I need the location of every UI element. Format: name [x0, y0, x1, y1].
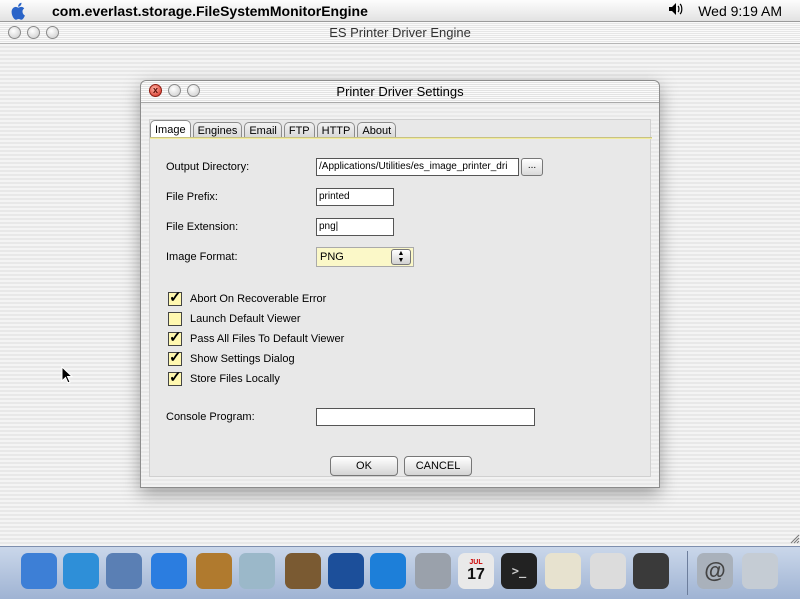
checkbox-label: Abort On Recoverable Error: [190, 293, 327, 305]
store-files-locally-checkbox[interactable]: ✓: [168, 369, 182, 386]
file-extension-field[interactable]: png|: [316, 218, 394, 236]
close-window-button[interactable]: [8, 26, 21, 39]
file-prefix-field[interactable]: printed: [316, 188, 394, 206]
system-preferences-icon[interactable]: [415, 553, 451, 589]
terminal-icon[interactable]: >_: [501, 553, 537, 589]
output-directory-row: Output Directory: /Applications/Utilitie…: [166, 158, 543, 176]
browse-button[interactable]: ...: [521, 158, 543, 176]
checkbox-label: Store Files Locally: [190, 373, 280, 385]
file-prefix-row: File Prefix: printed: [166, 188, 394, 206]
tab-engines[interactable]: Engines: [192, 122, 243, 138]
file-extension-row: File Extension: png|: [166, 218, 394, 236]
imovie-icon[interactable]: [328, 553, 364, 589]
printer-icon[interactable]: [590, 553, 626, 589]
console-program-field[interactable]: [316, 408, 535, 426]
pass-all-files-checkbox[interactable]: ✓: [168, 329, 182, 346]
ok-button[interactable]: OK: [330, 456, 398, 476]
dock-separator: [687, 551, 688, 595]
dialog-content: Image Engines Email FTP HTTP About Outpu…: [149, 119, 652, 477]
tab-about[interactable]: About: [357, 122, 397, 138]
tab-ftp[interactable]: FTP: [283, 122, 315, 138]
select-arrows-icon: ▲ ▼: [391, 249, 411, 265]
itunes-icon[interactable]: [239, 553, 275, 589]
background-window-title: ES Printer Driver Engine: [329, 25, 471, 40]
show-settings-dialog-checkbox[interactable]: ✓: [168, 349, 182, 366]
mouse-cursor-icon: [61, 366, 73, 384]
ichat-icon[interactable]: [151, 553, 187, 589]
checkbox-label: Show Settings Dialog: [190, 353, 295, 365]
quicktime-icon[interactable]: [370, 553, 406, 589]
close-icon: x: [152, 85, 158, 95]
finder-icon[interactable]: [21, 553, 57, 589]
textedit-icon[interactable]: [545, 553, 581, 589]
checkmark-icon: ✓: [169, 329, 182, 346]
mail-stamp-icon[interactable]: [106, 553, 142, 589]
tab-image[interactable]: Image: [150, 120, 191, 138]
tab-divider: [150, 137, 652, 139]
iphoto-icon[interactable]: [285, 553, 321, 589]
checkbox-row[interactable]: ✓ Pass All Files To Default Viewer: [168, 329, 345, 346]
trash-icon[interactable]: [742, 553, 778, 589]
ical-date: 17: [467, 565, 485, 583]
checkbox-row[interactable]: Launch Default Viewer: [168, 312, 300, 326]
dialog-title: Printer Driver Settings: [336, 84, 464, 99]
checkbox-row[interactable]: ✓ Store Files Locally: [168, 369, 280, 386]
tab-email[interactable]: Email: [244, 122, 282, 138]
background-window-titlebar: ES Printer Driver Engine: [0, 22, 800, 44]
menubar-clock[interactable]: Wed 9:19 AM: [698, 3, 782, 19]
dialog-buttons: OK CANCEL: [330, 456, 472, 476]
menu-bar: com.everlast.storage.FileSystemMonitorEn…: [0, 0, 800, 22]
dialog-minimize-button[interactable]: [168, 84, 181, 97]
tab-http[interactable]: HTTP: [316, 122, 356, 138]
image-format-label: Image Format:: [166, 251, 238, 263]
dialog-close-button[interactable]: x: [149, 84, 162, 97]
image-format-row: Image Format: PNG ▲ ▼: [166, 247, 414, 267]
console-program-row: Console Program:: [166, 408, 535, 426]
output-directory-label: Output Directory:: [166, 161, 250, 173]
minimize-window-button[interactable]: [27, 26, 40, 39]
abort-on-error-checkbox[interactable]: ✓: [168, 289, 182, 306]
checkmark-icon: ✓: [169, 369, 182, 386]
ical-month: JUL: [469, 558, 483, 566]
printer-driver-settings-dialog: x Printer Driver Settings Image Engines …: [140, 80, 660, 488]
ical-icon[interactable]: JUL 17: [458, 553, 494, 589]
checkmark-icon: ✓: [169, 349, 182, 366]
tab-bar: Image Engines Email FTP HTTP About: [150, 120, 398, 138]
safari-icon[interactable]: [63, 553, 99, 589]
app-menu-title[interactable]: com.everlast.storage.FileSystemMonitorEn…: [52, 3, 368, 19]
checkbox-row[interactable]: ✓ Abort On Recoverable Error: [168, 289, 327, 306]
address-book-icon[interactable]: [196, 553, 232, 589]
image-format-value: PNG: [320, 251, 344, 263]
apple-icon[interactable]: [0, 2, 38, 20]
checkmark-icon: ✓: [169, 289, 182, 306]
resize-grip-icon[interactable]: [788, 532, 800, 544]
image-format-select[interactable]: PNG ▲ ▼: [316, 247, 414, 267]
output-directory-field[interactable]: /Applications/Utilities/es_image_printer…: [316, 158, 519, 176]
dialog-titlebar: x Printer Driver Settings: [141, 81, 659, 103]
console-icon[interactable]: [633, 553, 669, 589]
zoom-window-button[interactable]: [46, 26, 59, 39]
checkbox-label: Launch Default Viewer: [190, 313, 301, 325]
launch-default-viewer-checkbox[interactable]: [168, 312, 182, 326]
console-program-label: Console Program:: [166, 411, 255, 423]
file-extension-label: File Extension:: [166, 221, 239, 233]
cancel-button[interactable]: CANCEL: [404, 456, 472, 476]
network-icon[interactable]: @: [697, 553, 733, 589]
speaker-icon[interactable]: [668, 2, 684, 19]
checkbox-label: Pass All Files To Default Viewer: [190, 333, 345, 345]
dialog-zoom-button[interactable]: [187, 84, 200, 97]
checkbox-row[interactable]: ✓ Show Settings Dialog: [168, 349, 295, 366]
dock: JUL 17 >_ @: [0, 546, 800, 599]
file-prefix-label: File Prefix:: [166, 191, 218, 203]
